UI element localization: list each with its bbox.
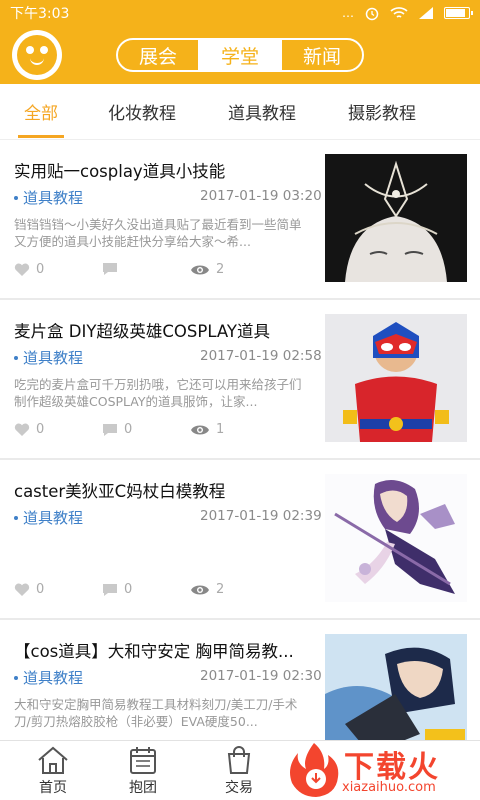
- article-time: 2017-01-19 02:30: [200, 668, 322, 684]
- tab-makeup[interactable]: 化妆教程: [108, 84, 176, 140]
- nav-group[interactable]: 抱团: [108, 745, 178, 799]
- tab-props[interactable]: 道具教程: [228, 84, 296, 140]
- list-item[interactable]: 实用贴一cosplay道具小技能 道具教程 2017-01-19 03:20 铛…: [0, 140, 480, 300]
- article-title: 【cos道具】大和守安定 胸甲简易教...: [14, 642, 294, 661]
- section-switcher: 展会 学堂 新闻: [116, 38, 364, 72]
- watermark-url: xiazaihuo.com: [342, 780, 436, 795]
- article-category: 道具教程: [14, 187, 83, 208]
- article-list: 实用贴一cosplay道具小技能 道具教程 2017-01-19 03:20 铛…: [0, 140, 480, 740]
- battery-icon: [444, 7, 473, 19]
- list-item[interactable]: caster美狄亚C妈杖白模教程 道具教程 2017-01-19 02:39 0…: [0, 460, 480, 620]
- article-desc: 大和守安定胸甲简易教程工具材料刻刀/美工刀/手术刀/剪刀热熔胶胶枪（非必要）EV…: [14, 697, 298, 729]
- article-category: 道具教程: [14, 667, 83, 688]
- article-thumbnail: [325, 474, 467, 602]
- article-thumbnail: [325, 634, 467, 740]
- article-stats: 0 2: [14, 262, 312, 280]
- article-time: 2017-01-19 02:39: [200, 508, 322, 524]
- status-time: 下午3:03: [10, 6, 70, 22]
- article-stats: 0 0 2: [14, 582, 312, 600]
- article-thumbnail: [325, 154, 467, 282]
- article-category: 道具教程: [14, 347, 83, 368]
- flame-logo-icon: [290, 743, 339, 797]
- comment-stat[interactable]: [102, 262, 124, 276]
- home-icon: [38, 746, 68, 774]
- list-item[interactable]: 【cos道具】大和守安定 胸甲简易教... 道具教程 2017-01-19 02…: [0, 620, 480, 740]
- article-time: 2017-01-19 02:58: [200, 348, 322, 364]
- alarm-icon: [365, 7, 379, 21]
- shopping-bag-icon: [227, 746, 251, 774]
- view-stat: 2: [190, 262, 224, 277]
- app-header: 下午3:03 … 展会 学堂 新闻: [0, 0, 480, 84]
- like-stat[interactable]: 0: [14, 422, 44, 437]
- smiley-logo-icon: [17, 35, 57, 75]
- status-bar: 下午3:03 …: [0, 0, 480, 26]
- comment-icon: [103, 423, 117, 436]
- list-item[interactable]: 麦片盒 DIY超级英雄COSPLAY道具 道具教程 2017-01-19 02:…: [0, 300, 480, 460]
- article-category: 道具教程: [14, 507, 83, 528]
- like-stat[interactable]: 0: [14, 262, 44, 277]
- calendar-icon: [130, 747, 156, 774]
- eye-icon: [191, 585, 209, 594]
- article-desc: [14, 536, 312, 570]
- heart-icon: [14, 583, 30, 596]
- like-stat[interactable]: 0: [14, 582, 44, 597]
- eye-icon: [191, 425, 209, 434]
- status-icons: …: [342, 5, 473, 21]
- section-tab-school[interactable]: 学堂: [198, 40, 280, 70]
- heart-icon: [14, 423, 30, 436]
- view-stat: 2: [190, 582, 224, 597]
- watermark: 下载火 xiazaihuo.com: [282, 740, 480, 800]
- category-tabs: 全部 化妆教程 道具教程 摄影教程: [0, 84, 480, 140]
- comment-icon: [103, 583, 117, 596]
- comment-icon: [103, 263, 117, 275]
- article-stats: 0 0 1: [14, 422, 312, 440]
- eye-icon: [191, 265, 209, 274]
- nav-trade[interactable]: 交易: [204, 745, 274, 799]
- wifi-icon: [390, 7, 408, 18]
- section-tab-news[interactable]: 新闻: [280, 40, 362, 70]
- article-title: 实用贴一cosplay道具小技能: [14, 162, 226, 181]
- article-desc: 吃完的麦片盒可千万别扔哦，它还可以用来给孩子们制作超级英雄COSPLAY的道具服…: [14, 377, 302, 409]
- cell-signal-icon: [419, 7, 433, 19]
- comment-stat[interactable]: 0: [102, 422, 132, 437]
- article-title: caster美狄亚C妈杖白模教程: [14, 482, 226, 501]
- heart-icon: [14, 263, 30, 276]
- signal-dots-icon: …: [342, 6, 354, 20]
- nav-home[interactable]: 首页: [18, 745, 88, 799]
- tab-all[interactable]: 全部: [18, 84, 64, 140]
- view-stat: 1: [190, 422, 224, 437]
- article-thumbnail: [325, 314, 467, 442]
- article-desc: 铛铛铛铛～小美好久没出道具贴了最近看到一些简单又方便的道具小技能赶快分享给大家～…: [14, 217, 302, 249]
- app-logo[interactable]: [12, 30, 62, 80]
- section-tab-expo[interactable]: 展会: [118, 40, 198, 70]
- article-time: 2017-01-19 03:20: [200, 188, 322, 204]
- article-title: 麦片盒 DIY超级英雄COSPLAY道具: [14, 322, 270, 341]
- comment-stat[interactable]: 0: [102, 582, 132, 597]
- tab-photography[interactable]: 摄影教程: [348, 84, 416, 140]
